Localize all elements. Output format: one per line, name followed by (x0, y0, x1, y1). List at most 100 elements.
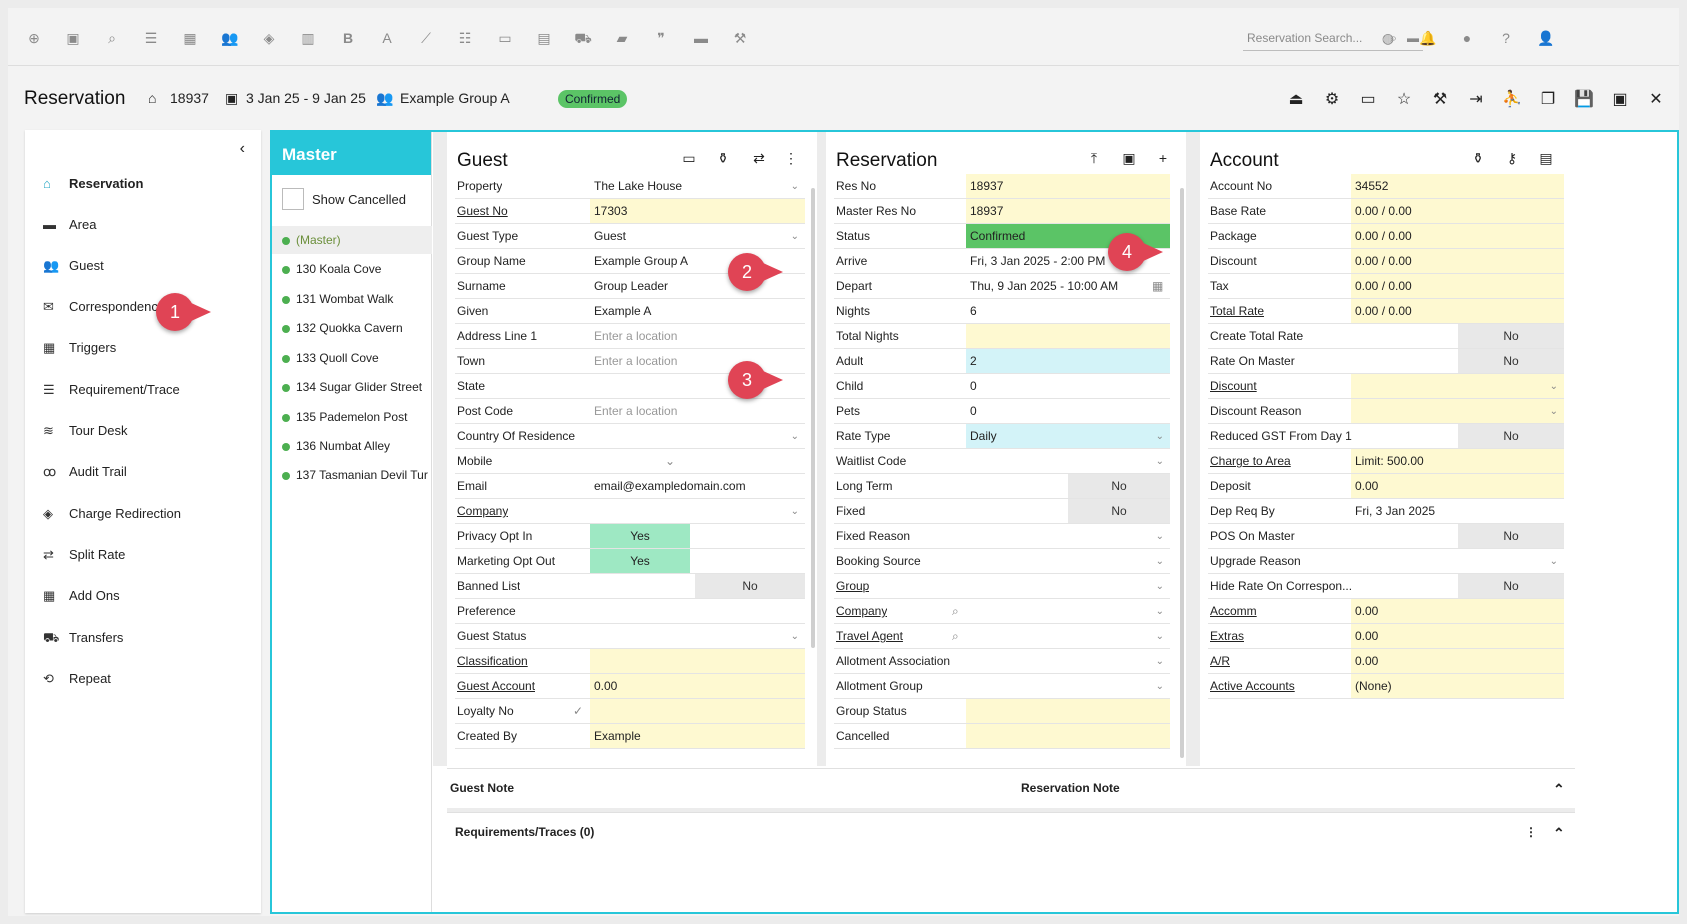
sign-in-icon[interactable]: ⇥ (1466, 90, 1486, 110)
field-label[interactable]: Extras (1210, 624, 1244, 649)
list-item[interactable]: 131 Wombat Walk (272, 285, 432, 313)
list-item[interactable]: 136 Numbat Alley (272, 432, 432, 460)
field-value[interactable]: No (1458, 324, 1564, 348)
field-value[interactable]: Fri, 3 Jan 2025 (1351, 499, 1564, 523)
field-label[interactable]: Company (457, 499, 508, 524)
field-value[interactable]: 18937 (966, 199, 1170, 223)
map-pin-icon[interactable]: ◈ (259, 28, 279, 48)
field-label[interactable]: Travel Agent (836, 624, 903, 649)
map-icon[interactable]: ▥ (298, 28, 318, 48)
field-label[interactable]: Group (836, 574, 869, 599)
field-value[interactable]: Example A (590, 299, 805, 323)
field-label[interactable]: Discount (1210, 374, 1257, 399)
field-value[interactable] (1351, 374, 1564, 398)
plus-icon[interactable]: + (1153, 150, 1173, 166)
field-label[interactable]: Total Rate (1210, 299, 1264, 324)
chevron-down-icon[interactable]: ⌄ (1156, 449, 1164, 474)
star-icon[interactable]: ☆ (1394, 90, 1414, 110)
chevron-down-icon[interactable]: ⌄ (1550, 549, 1558, 574)
copy-icon[interactable]: ❐ (1538, 90, 1558, 110)
font-icon[interactable]: A (377, 28, 397, 48)
field-value[interactable] (590, 599, 805, 623)
field-value[interactable]: 0.00 (590, 674, 805, 698)
field-value[interactable]: 0.00 / 0.00 (1351, 299, 1564, 323)
nav-item-add-ons[interactable]: ▦ Add Ons (43, 586, 120, 606)
more-vert-icon[interactable]: ⋮ (1525, 825, 1537, 839)
list-item[interactable]: 130 Koala Cove (272, 255, 432, 283)
chart-icon[interactable]: ⟋ (416, 28, 436, 48)
guest-link-icon[interactable]: ⇄ (749, 150, 769, 167)
field-value[interactable]: Limit: 500.00 (1351, 449, 1564, 473)
search-icon[interactable]: ⌕ (952, 599, 959, 624)
field-value[interactable] (966, 324, 1170, 348)
field-value[interactable] (1351, 549, 1564, 573)
field-label[interactable]: Guest No (457, 199, 508, 224)
list-item[interactable]: (Master) (272, 226, 432, 254)
nav-item-reservation[interactable]: ⌂ Reservation (43, 174, 143, 194)
field-value[interactable]: No (1068, 474, 1170, 498)
more-vert-icon[interactable]: ⋮ (781, 150, 801, 167)
credit-card-icon[interactable]: ▭ (1358, 90, 1378, 110)
chevron-down-icon[interactable]: ⌄ (791, 624, 799, 649)
field-value[interactable]: 0 (966, 399, 1170, 423)
field-value[interactable]: 34552 (1351, 174, 1564, 198)
nav-item-charge-redirection[interactable]: ◈ Charge Redirection (43, 504, 181, 524)
ticket-icon[interactable]: ▰ (612, 28, 632, 48)
hammer-icon[interactable]: ⚒ (730, 28, 750, 48)
field-value[interactable]: 2 (966, 349, 1170, 373)
field-value[interactable] (590, 499, 805, 523)
field-value[interactable]: 0.00 (1351, 474, 1564, 498)
field-value[interactable]: Enter a location (590, 399, 805, 423)
chevron-down-icon[interactable]: ⌄ (1156, 574, 1164, 599)
field-value[interactable]: Guest (590, 224, 805, 248)
field-label[interactable]: Classification (457, 649, 528, 674)
help-icon[interactable]: ? (1496, 28, 1516, 48)
field-value[interactable] (966, 549, 1170, 573)
field-label[interactable]: Company (836, 599, 887, 624)
chevron-down-icon[interactable]: ⌄ (1156, 524, 1164, 549)
chevron-down-icon[interactable]: ⌄ (791, 174, 799, 199)
field-value[interactable]: email@exampledomain.com (590, 474, 805, 498)
field-value[interactable] (590, 624, 805, 648)
field-value[interactable]: Thu, 9 Jan 2025 - 10:00 AM (966, 274, 1170, 298)
close-icon[interactable]: ✕ (1646, 90, 1666, 110)
chevron-down-icon[interactable]: ⌄ (791, 424, 799, 449)
chevron-left-icon[interactable]: ‹ (240, 140, 245, 158)
field-value[interactable] (966, 599, 1170, 623)
nav-item-area[interactable]: ▬ Area (43, 215, 96, 235)
nav-item-correspondence[interactable]: ✉ Correspondence (43, 297, 165, 317)
field-value[interactable]: 0.00 (1351, 624, 1564, 648)
field-value[interactable] (966, 449, 1170, 473)
people-icon[interactable]: 👥 (220, 28, 240, 48)
field-value[interactable] (590, 424, 805, 448)
globe-icon[interactable]: ◍ (1378, 28, 1398, 48)
field-value[interactable]: 0.00 / 0.00 (1351, 249, 1564, 273)
field-value[interactable]: No (695, 574, 805, 598)
notes-bar[interactable]: Guest Note Reservation Note ⌃ (447, 768, 1575, 808)
chat-icon[interactable]: ● (1457, 28, 1477, 48)
field-value[interactable]: The Lake House (590, 174, 805, 198)
bell-service-icon[interactable]: ⏏ (1286, 90, 1306, 110)
id-card-icon[interactable]: ▭ (679, 150, 699, 167)
nav-item-transfers[interactable]: ⛟ Transfers (43, 628, 123, 648)
bell-icon[interactable]: 🔔 (1418, 28, 1438, 48)
save-close-icon[interactable]: ▣ (1610, 90, 1630, 110)
field-value[interactable] (966, 674, 1170, 698)
field-value[interactable] (966, 574, 1170, 598)
chevron-down-icon[interactable]: ⌄ (1156, 649, 1164, 674)
field-value[interactable] (966, 699, 1170, 723)
hammer-icon[interactable]: ⚒ (1430, 90, 1450, 110)
nav-item-tour-desk[interactable]: ≋ Tour Desk (43, 421, 128, 441)
list-item[interactable]: 134 Sugar Glider Street (272, 373, 432, 401)
field-value[interactable] (966, 624, 1170, 648)
field-value[interactable]: 17303 (590, 199, 805, 223)
chevron-down-icon[interactable]: ⌄ (1156, 599, 1164, 624)
scrollbar[interactable] (811, 188, 815, 648)
chevron-down-icon[interactable]: ⌄ (791, 224, 799, 249)
add-circle-icon[interactable]: ⊕ (24, 28, 44, 48)
field-label[interactable]: Charge to Area (1210, 449, 1291, 474)
field-value[interactable]: 18937 (966, 174, 1170, 198)
field-value[interactable]: No (1458, 424, 1564, 448)
field-value[interactable]: No (1458, 524, 1564, 548)
nav-item-split-rate[interactable]: ⇄ Split Rate (43, 545, 125, 565)
